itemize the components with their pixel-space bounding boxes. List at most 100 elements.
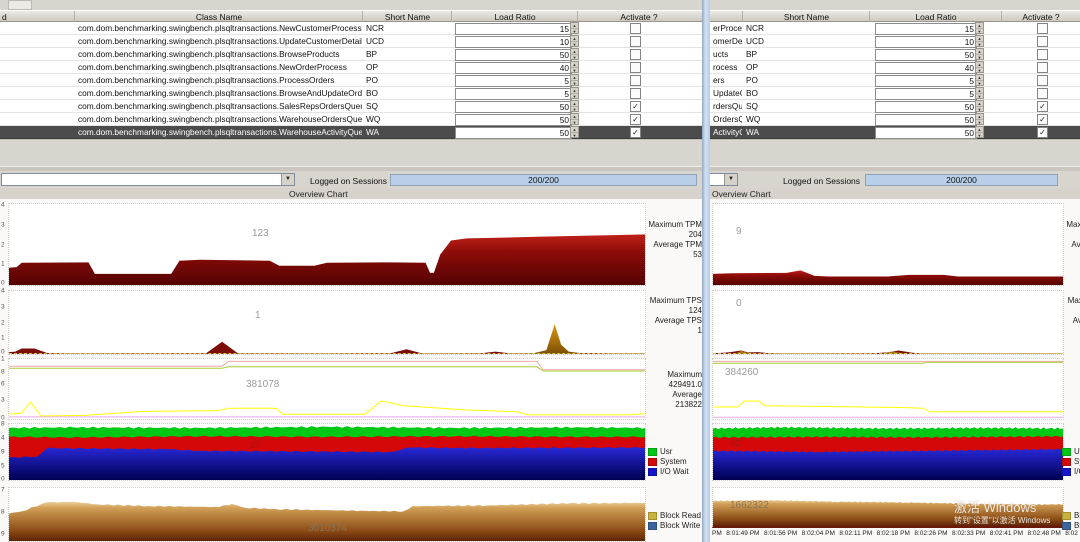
column-header-id[interactable]: d <box>2 12 72 22</box>
load-ratio-spinner[interactable]: ▲ ▼ <box>975 22 984 34</box>
stats-combobox[interactable]: ▼ <box>1 173 295 186</box>
table-row[interactable]: com.dom.benchmarking.swingbench.plsqltra… <box>0 126 703 139</box>
table-row[interactable]: com.dom.benchmarking.swingbench.plsqltra… <box>0 87 703 100</box>
load-ratio-spinner[interactable]: ▲ ▼ <box>570 100 579 112</box>
table-row[interactable]: com.dom.benchmarking.swingbench.plsqltra… <box>0 113 703 126</box>
load-ratio-input[interactable]: 50 <box>875 114 977 126</box>
load-ratio-input[interactable]: 5 <box>875 88 977 100</box>
load-ratio-input[interactable]: 10 <box>875 36 977 48</box>
chevron-down-icon[interactable]: ▼ <box>724 174 737 185</box>
load-ratio-spinner[interactable]: ▲ ▼ <box>570 113 579 125</box>
spinner-down-icon[interactable]: ▼ <box>976 42 983 47</box>
load-ratio-input[interactable]: 50 <box>455 114 572 126</box>
load-ratio-spinner[interactable]: ▲ ▼ <box>570 35 579 47</box>
spinner-down-icon[interactable]: ▼ <box>571 68 578 73</box>
spinner-down-icon[interactable]: ▼ <box>571 120 578 125</box>
spinner-down-icon[interactable]: ▼ <box>976 68 983 73</box>
spinner-down-icon[interactable]: ▼ <box>571 81 578 86</box>
spinner-down-icon[interactable]: ▼ <box>976 81 983 86</box>
load-ratio-spinner[interactable]: ▲ ▼ <box>975 61 984 73</box>
activate-checkbox[interactable] <box>1037 23 1048 34</box>
load-ratio-spinner[interactable]: ▲ ▼ <box>975 113 984 125</box>
load-ratio-spinner[interactable]: ▲ ▼ <box>975 48 984 60</box>
activate-checkbox[interactable] <box>630 88 641 99</box>
load-ratio-input[interactable]: 10 <box>455 36 572 48</box>
table-row[interactable]: ers PO 5 ▲ ▼ <box>710 74 1080 87</box>
activate-checkbox[interactable]: ✓ <box>630 114 641 125</box>
activate-checkbox[interactable] <box>630 75 641 86</box>
load-ratio-input[interactable]: 5 <box>875 75 977 87</box>
load-ratio-spinner[interactable]: ▲ ▼ <box>570 87 579 99</box>
column-header-short-name[interactable]: Short Name <box>743 12 870 22</box>
spinner-down-icon[interactable]: ▼ <box>976 55 983 60</box>
load-ratio-spinner[interactable]: ▲ ▼ <box>975 74 984 86</box>
table-row[interactable]: UpdateOrd... BO 5▲▼ <box>710 87 1080 100</box>
table-row[interactable]: rdersQuery SQ 50▲▼ ✓ <box>710 100 1080 113</box>
activate-checkbox[interactable] <box>630 49 641 60</box>
column-header-class-name[interactable]: Class Name <box>75 12 363 22</box>
load-ratio-spinner[interactable]: ▲ ▼ <box>570 74 579 86</box>
table-row[interactable]: com.dom.benchmarking.swingbench.plsqltra… <box>0 35 703 48</box>
load-ratio-spinner[interactable]: ▲ ▼ <box>975 35 984 47</box>
activate-checkbox[interactable]: ✓ <box>630 101 641 112</box>
table-row[interactable]: com.dom.benchmarking.swingbench.plsqltra… <box>0 100 703 113</box>
activate-checkbox[interactable] <box>630 36 641 47</box>
spinner-down-icon[interactable]: ▼ <box>571 107 578 112</box>
activate-checkbox[interactable]: ✓ <box>1037 114 1048 125</box>
load-ratio-spinner[interactable]: ▲ ▼ <box>975 126 984 138</box>
spinner-down-icon[interactable]: ▼ <box>571 133 578 138</box>
activate-checkbox[interactable] <box>1037 36 1048 47</box>
load-ratio-spinner[interactable]: ▲ ▼ <box>975 87 984 99</box>
column-header-activate[interactable]: Activate ? <box>1002 12 1080 22</box>
activate-checkbox[interactable] <box>630 23 641 34</box>
column-header-short-name[interactable]: Short Name <box>363 12 452 22</box>
table-row[interactable]: erProcessV2 NCR 15▲▼ <box>710 22 1080 35</box>
load-ratio-input[interactable]: 15 <box>875 23 977 35</box>
column-header-activate[interactable]: Activate ? <box>578 12 700 22</box>
load-ratio-input[interactable]: 5 <box>455 75 572 87</box>
load-ratio-input[interactable]: 40 <box>455 62 572 74</box>
table-row[interactable]: com.dom.benchmarking.swingbench.plsqltra… <box>0 61 703 74</box>
load-ratio-input[interactable]: 50 <box>455 49 572 61</box>
column-header-load-ratio[interactable]: Load Ratio <box>452 12 578 22</box>
load-ratio-spinner[interactable]: ▲ ▼ <box>570 22 579 34</box>
table-row[interactable]: OrdersQuery WQ 50▲▼ ✓ <box>710 113 1080 126</box>
activate-checkbox[interactable] <box>1037 62 1048 73</box>
table-row[interactable]: ActivityQuery WA 50▲▼ ✓ <box>710 126 1080 139</box>
load-ratio-input[interactable]: 50 <box>455 127 572 139</box>
table-row[interactable]: omerDetail... UCD 10▲▼ <box>710 35 1080 48</box>
activate-checkbox[interactable]: ✓ <box>630 127 641 138</box>
activate-checkbox[interactable] <box>1037 88 1048 99</box>
spinner-down-icon[interactable]: ▼ <box>976 133 983 138</box>
activate-checkbox[interactable] <box>630 62 641 73</box>
spinner-down-icon[interactable]: ▼ <box>976 94 983 99</box>
load-ratio-input[interactable]: 50 <box>875 101 977 113</box>
activate-checkbox[interactable] <box>1037 49 1048 60</box>
load-ratio-input[interactable]: 50 <box>875 49 977 61</box>
spinner-down-icon[interactable]: ▼ <box>976 120 983 125</box>
spinner-down-icon[interactable]: ▼ <box>571 42 578 47</box>
stats-combobox[interactable]: ▼ <box>710 173 738 186</box>
spinner-down-icon[interactable]: ▼ <box>571 94 578 99</box>
load-ratio-input[interactable]: 50 <box>455 101 572 113</box>
activate-checkbox[interactable] <box>1037 75 1048 86</box>
table-row[interactable]: com.dom.benchmarking.swingbench.plsqltra… <box>0 48 703 61</box>
load-ratio-input[interactable]: 15 <box>455 23 572 35</box>
table-row[interactable]: rocess OP 40 ▲ ▼ <box>710 61 1080 74</box>
table-row[interactable]: com.dom.benchmarking.swingbench.plsqltra… <box>0 74 703 87</box>
load-ratio-input[interactable]: 5 <box>455 88 572 100</box>
load-ratio-spinner[interactable]: ▲ ▼ <box>975 100 984 112</box>
load-ratio-input[interactable]: 40 <box>875 62 977 74</box>
activate-checkbox[interactable]: ✓ <box>1037 127 1048 138</box>
spinner-down-icon[interactable]: ▼ <box>976 29 983 34</box>
table-row[interactable]: ucts BP 50 ▲ ▼ <box>710 48 1080 61</box>
chevron-down-icon[interactable]: ▼ <box>281 174 294 185</box>
spinner-down-icon[interactable]: ▼ <box>571 55 578 60</box>
column-header-load-ratio[interactable]: Load Ratio <box>870 12 1002 22</box>
spinner-down-icon[interactable]: ▼ <box>976 107 983 112</box>
load-ratio-spinner[interactable]: ▲ ▼ <box>570 61 579 73</box>
load-ratio-input[interactable]: 50 <box>875 127 977 139</box>
table-row[interactable]: com.dom.benchmarking.swingbench.plsqltra… <box>0 22 703 35</box>
spinner-down-icon[interactable]: ▼ <box>571 29 578 34</box>
load-ratio-spinner[interactable]: ▲ ▼ <box>570 48 579 60</box>
